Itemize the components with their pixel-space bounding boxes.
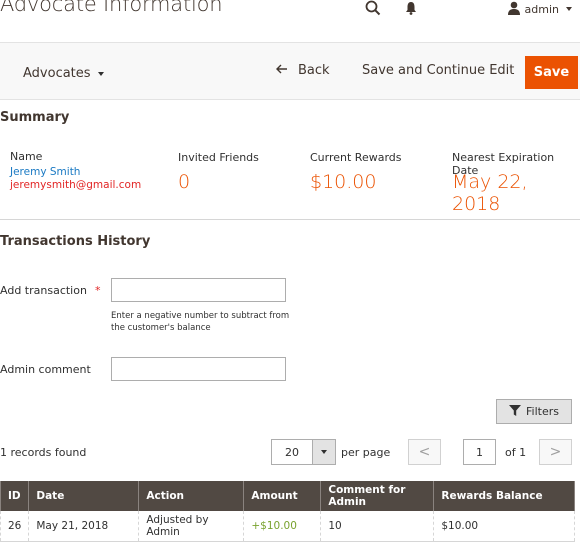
invited-friends-value: 0 (178, 171, 191, 193)
invited-friends-label: Invited Friends (178, 151, 259, 164)
add-transaction-label: Add transaction * (0, 284, 100, 297)
table-header-row: ID Date Action Amount Comment for Admin … (0, 481, 575, 511)
column-header-id[interactable]: ID (0, 481, 30, 511)
section-divider (0, 219, 580, 220)
admin-comment-input[interactable] (111, 357, 286, 381)
save-and-continue-button[interactable]: Save and Continue Edit (362, 63, 514, 78)
filters-label: Filters (526, 405, 559, 418)
page-title: Advocate Information (0, 0, 223, 16)
transactions-title: Transactions History (0, 234, 151, 249)
search-icon[interactable] (365, 0, 381, 16)
admin-comment-label: Admin comment (0, 363, 91, 376)
save-button[interactable]: Save (525, 56, 578, 89)
add-transaction-note: Enter a negative number to subtract from… (111, 311, 290, 333)
expiration-value: May 22, 2018 (452, 171, 528, 215)
cell-balance: $10.00 (433, 511, 575, 542)
current-page-input[interactable]: 1 (463, 439, 496, 465)
column-header-amount[interactable]: Amount (243, 481, 322, 511)
name-label: Name (10, 150, 43, 163)
advocate-name-link[interactable]: Jeremy Smith (10, 166, 80, 178)
back-button[interactable]: Back (276, 63, 330, 78)
current-rewards-value: $10.00 (310, 171, 377, 193)
back-label: Back (298, 63, 330, 78)
chevron-down-icon (566, 7, 572, 11)
scope-label: Advocates (23, 66, 91, 81)
filter-icon (509, 404, 521, 419)
add-transaction-input[interactable] (111, 278, 286, 302)
cell-comment: 10 (320, 511, 435, 542)
cell-id: 26 (0, 511, 30, 542)
header-actions: admin (365, 0, 572, 18)
page-total: of 1 (505, 446, 527, 459)
column-header-action[interactable]: Action (138, 481, 245, 511)
table-row[interactable]: 26 May 21, 2018 Adjusted by Admin +$10.0… (0, 511, 575, 542)
user-name: admin (524, 2, 559, 16)
cell-amount: +$10.00 (243, 511, 322, 542)
required-indicator: * (94, 284, 101, 297)
add-transaction-label-text: Add transaction (0, 284, 87, 297)
transactions-table: ID Date Action Amount Comment for Admin … (0, 481, 575, 542)
cell-date: May 21, 2018 (28, 511, 140, 542)
next-page-button[interactable]: > (539, 439, 572, 465)
column-header-balance[interactable]: Rewards Balance (433, 481, 575, 511)
user-icon (507, 1, 521, 18)
column-header-date[interactable]: Date (28, 481, 140, 511)
summary-title: Summary (0, 110, 70, 125)
chevron-down-icon (97, 71, 104, 76)
page-actions-bar: Advocates Back Save and Continue Edit Sa… (0, 42, 580, 100)
user-menu[interactable]: admin (507, 1, 572, 18)
records-found: 1 records found (0, 446, 87, 459)
scope-switcher[interactable]: Advocates (23, 66, 104, 81)
arrow-left-icon (276, 63, 288, 78)
per-page-value: 20 (285, 445, 299, 459)
advocate-email: jeremysmith@gmail.com (10, 179, 142, 191)
current-rewards-label: Current Rewards (310, 151, 402, 164)
per-page-select[interactable]: 20 (271, 439, 336, 465)
prev-page-button[interactable]: < (408, 439, 441, 465)
per-page-toggle[interactable] (312, 440, 335, 464)
column-header-comment[interactable]: Comment for Admin (320, 481, 435, 511)
per-page-label: per page (341, 446, 391, 459)
chevron-down-icon (321, 450, 327, 454)
bell-icon[interactable] (405, 1, 417, 15)
filters-button[interactable]: Filters (496, 399, 572, 424)
cell-action: Adjusted by Admin (138, 511, 245, 542)
